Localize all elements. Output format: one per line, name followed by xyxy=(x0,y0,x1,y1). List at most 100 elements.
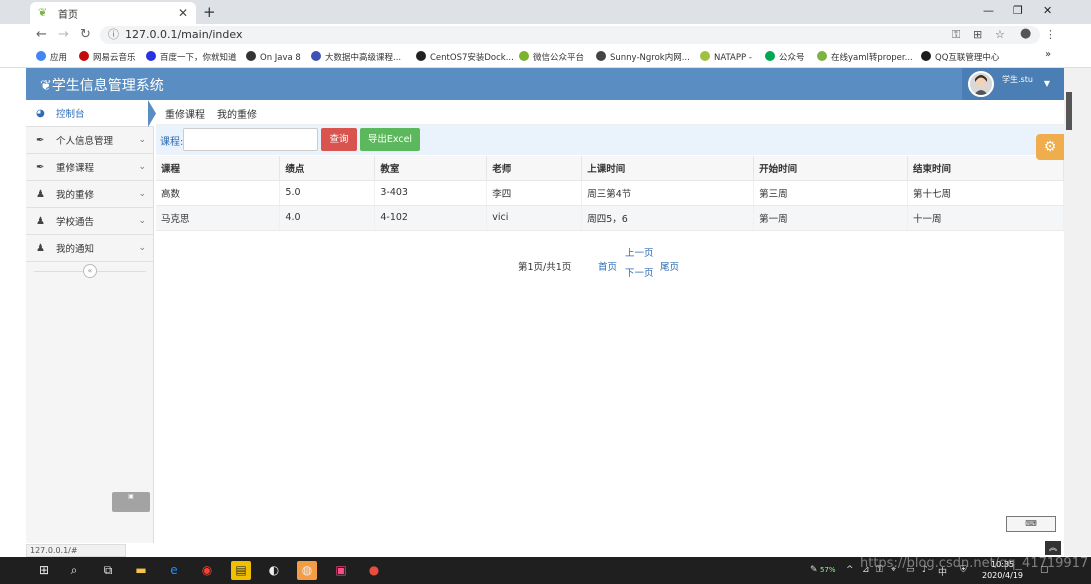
sidebar-item-my-notifications[interactable]: ♟ 我的通知 ⌄ xyxy=(26,235,154,262)
forward-icon[interactable]: → xyxy=(58,28,69,42)
next-page-link[interactable]: 下一页 xyxy=(625,265,654,279)
file-explorer-icon[interactable]: ▬ xyxy=(131,561,151,580)
qq-icon xyxy=(921,51,931,61)
user-icon: ♟ xyxy=(36,215,45,227)
query-button[interactable]: 查询 xyxy=(321,128,357,151)
username: 学生.stu xyxy=(1002,75,1033,84)
retake-table: 课程 绩点 教室 老师 上课时间 开始时间 结束时间 高数 5.0 3-403 … xyxy=(156,156,1064,231)
ime-icon: ⌨ xyxy=(1025,519,1037,528)
windows-start-icon[interactable]: ⊞ xyxy=(34,561,54,580)
chevron-down-icon: ▼ xyxy=(1043,79,1050,88)
settings-gear-button[interactable]: ⚙ xyxy=(1036,134,1064,160)
user-icon: ♟ xyxy=(36,188,45,200)
sidebar-item-my-retakes[interactable]: ♟ 我的重修 ⌄ xyxy=(26,181,154,208)
dashboard-icon: ◕ xyxy=(36,107,45,119)
user-menu[interactable]: 学生.stu ▼ xyxy=(962,68,1064,100)
sidebar-item-dashboard[interactable]: ◕ 控制台 xyxy=(26,100,154,127)
column-header[interactable]: 开始时间 xyxy=(753,156,909,181)
chevron-down-icon: ⌄ xyxy=(138,162,146,172)
close-window-icon[interactable]: ✕ xyxy=(1043,4,1052,17)
bookmark-sunny-ngrok[interactable]: Sunny-Ngrok内网... xyxy=(596,51,690,63)
bookmark-natapp[interactable]: NATAPP - xyxy=(700,51,752,63)
profile-icon[interactable]: ● xyxy=(1020,26,1031,41)
sidebar-item-label: 学校通告 xyxy=(56,217,95,228)
browser-tab[interactable]: ❦ 首页 ✕ xyxy=(30,2,196,24)
bookmark-qq-connect[interactable]: QQ互联管理中心 xyxy=(921,51,999,63)
star-icon[interactable]: ☆ xyxy=(995,28,1005,41)
bookmark-netease-music[interactable]: 网易云音乐 xyxy=(79,51,136,63)
record-app-icon[interactable]: ● xyxy=(364,561,384,580)
bookmark-apps[interactable]: 应用 xyxy=(36,51,67,63)
tray-expand-icon[interactable]: ^ xyxy=(846,565,854,575)
table-header-row: 课程 绩点 教室 老师 上课时间 开始时间 结束时间 xyxy=(156,156,1064,181)
first-page-link[interactable]: 首页 xyxy=(598,259,617,273)
table-cell: 高数 xyxy=(156,180,281,206)
bookmark-bigdata[interactable]: 大数据中高级课程... xyxy=(311,51,401,63)
task-view-icon[interactable]: ⧉ xyxy=(98,561,118,580)
maximize-icon[interactable]: ❐ xyxy=(1013,4,1023,17)
pen-tray-icon[interactable]: ✎ xyxy=(810,565,818,575)
close-tab-icon[interactable]: ✕ xyxy=(178,6,188,20)
chrome-icon[interactable]: ◉ xyxy=(197,561,217,580)
baidu-icon xyxy=(146,51,156,61)
scrollbar-thumb[interactable] xyxy=(1066,92,1072,130)
sidebar-item-school-notices[interactable]: ♟ 学校通告 ⌄ xyxy=(26,208,154,235)
column-header[interactable]: 绩点 xyxy=(279,156,376,181)
table-cell: 周四5，6 xyxy=(581,205,755,231)
screen: ❦ 首页 ✕ + — ❐ ✕ ← → ↻ ⓘ 127.0.0.1/main/ind… xyxy=(0,0,1091,584)
bookmark-wechat-mp[interactable]: 微信公众平台 xyxy=(519,51,584,63)
sidebar-item-label: 我的通知 xyxy=(56,244,95,255)
bookmark-on-java[interactable]: On Java 8 xyxy=(246,51,301,63)
url-text: 127.0.0.1/main/index xyxy=(125,28,243,41)
bookmark-gongzhonghao[interactable]: 公众号 xyxy=(765,51,805,63)
column-header[interactable]: 上课时间 xyxy=(581,156,755,181)
notes-app-icon[interactable]: ▤ xyxy=(231,561,251,580)
chevron-down-icon: ⌄ xyxy=(138,243,146,253)
table-row[interactable]: 马克思 4.0 4-102 vici 周四5，6 第一周 十一周 xyxy=(156,205,1064,231)
csdn-watermark: https://blog.csdn.net/qq_41719917 xyxy=(860,556,1089,571)
minimize-icon[interactable]: — xyxy=(983,4,994,17)
pen-icon: ✒ xyxy=(36,134,45,146)
ime-toolbar[interactable]: ⌨ xyxy=(1006,516,1056,532)
sidebar-item-label: 控制台 xyxy=(56,109,85,120)
back-icon[interactable]: ← xyxy=(36,28,47,42)
menu-icon[interactable]: ⋮ xyxy=(1045,28,1056,41)
new-tab-icon[interactable]: + xyxy=(203,3,216,21)
breadcrumb-item: 我的重修 xyxy=(217,110,257,121)
table-cell: 李四 xyxy=(486,180,583,206)
breadcrumb-item[interactable]: 重修课程 xyxy=(165,106,205,121)
wechat-icon xyxy=(519,51,529,61)
info-icon: ⓘ xyxy=(108,28,119,41)
scroll-top-button[interactable]: ︽ xyxy=(1045,541,1061,555)
natapp-icon xyxy=(700,51,710,61)
recording-watermark: ▣ xyxy=(112,492,150,512)
course-search-input[interactable] xyxy=(183,128,318,151)
translate-icon[interactable]: ⊞ xyxy=(973,28,982,41)
globe-icon xyxy=(246,51,256,61)
sidebar-item-retake-courses[interactable]: ✒ 重修课程 ⌄ xyxy=(26,154,154,181)
bookmarks-more[interactable]: » xyxy=(1045,49,1051,60)
url-field[interactable]: ⓘ 127.0.0.1/main/index xyxy=(100,26,1040,44)
reload-icon[interactable]: ↻ xyxy=(80,28,91,42)
search-icon[interactable]: ⌕ xyxy=(64,561,84,580)
panda-app-icon[interactable]: ◐ xyxy=(264,561,284,580)
table-cell: 马克思 xyxy=(156,205,281,231)
export-excel-button[interactable]: 导出Excel xyxy=(360,128,420,151)
edge-icon[interactable]: e xyxy=(164,561,184,580)
column-header[interactable]: 教室 xyxy=(374,156,488,181)
bookmark-yaml[interactable]: 在线yaml转proper... xyxy=(817,51,913,63)
bookmark-centos-docker[interactable]: CentOS7安装Dock... xyxy=(416,51,514,63)
intellij-icon[interactable]: ▣ xyxy=(331,561,351,580)
key-icon[interactable]: ⚿ xyxy=(952,28,960,42)
scrollbar[interactable] xyxy=(1064,68,1091,556)
bookmark-baidu[interactable]: 百度一下，你就知道 xyxy=(146,51,237,63)
last-page-link[interactable]: 尾页 xyxy=(660,259,679,273)
prev-page-link[interactable]: 上一页 xyxy=(625,245,654,259)
table-row[interactable]: 高数 5.0 3-403 李四 周三第4节 第三周 第十七周 xyxy=(156,180,1064,206)
sidebar-collapse-button[interactable]: « xyxy=(83,264,97,278)
column-header[interactable]: 老师 xyxy=(486,156,583,181)
wechat-app-icon[interactable]: ◍ xyxy=(297,561,317,580)
column-header[interactable]: 课程 xyxy=(156,156,281,181)
leaf-icon xyxy=(817,51,827,61)
sidebar-item-personal-info[interactable]: ✒ 个人信息管理 ⌄ xyxy=(26,127,154,154)
